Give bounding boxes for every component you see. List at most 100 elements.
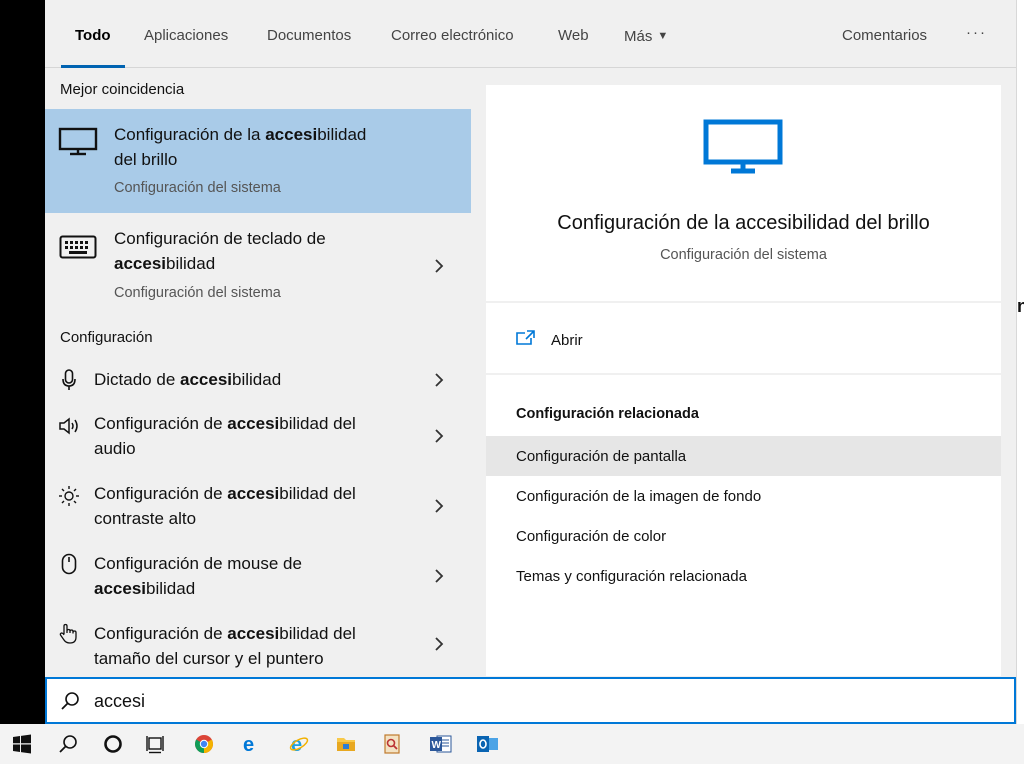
search-icon: [61, 692, 79, 710]
result-subtitle: Configuración del sistema: [114, 285, 281, 301]
title-text: Configuración de: [94, 484, 228, 503]
title-match: accesi: [180, 370, 232, 389]
cortana-button[interactable]: [93, 724, 133, 764]
title-text: Dictado de: [94, 370, 180, 389]
search-input[interactable]: [94, 690, 974, 712]
cortana-icon: [104, 735, 122, 753]
internet-explorer-taskbar-button[interactable]: e: [279, 724, 319, 764]
tab-web[interactable]: Web: [558, 27, 589, 45]
settings-result-cursor[interactable]: Configuración de accesibilidad del tamañ…: [45, 613, 471, 676]
related-settings-header: Configuración relacionada: [516, 406, 699, 422]
result-title: Configuración de la accesibilidad: [114, 122, 366, 147]
keyboard-accessibility-result[interactable]: Configuración de teclado de accesibilida…: [45, 213, 471, 317]
chevron-right-icon[interactable]: [433, 427, 445, 445]
result-title: Configuración de mouse de: [94, 554, 302, 573]
outlook-taskbar-button[interactable]: [467, 724, 507, 764]
title-text: bilidad: [232, 370, 282, 389]
chevron-right-icon[interactable]: [433, 497, 445, 515]
start-button[interactable]: [2, 724, 42, 764]
title-text: bilidad: [166, 254, 216, 273]
tab-label: Aplicaciones: [144, 27, 229, 44]
result-title: Configuración de accesibilidad del: [94, 621, 356, 646]
chrome-taskbar-button[interactable]: [184, 724, 224, 764]
results-list: Mejor coincidencia Configuración de la a…: [45, 69, 471, 676]
outlook-icon: [477, 736, 498, 752]
result-title: Dictado de accesibilidad: [94, 367, 281, 392]
task-view-icon: [146, 736, 164, 754]
chevron-right-icon[interactable]: [433, 567, 445, 585]
search-box[interactable]: [45, 677, 1016, 724]
search-icon: [59, 735, 77, 753]
settings-result-contraste[interactable]: Configuración de accesibilidad del contr…: [45, 473, 471, 543]
title-match: accesi: [94, 579, 146, 598]
title-match: accesi: [227, 414, 280, 433]
detail-subtitle: Configuración del sistema: [660, 247, 827, 263]
settings-result-mouse[interactable]: Configuración de mouse de accesibilidad: [45, 543, 471, 613]
chrome-icon: [195, 735, 213, 753]
title-match: accesi: [227, 624, 280, 643]
speaker-icon: [59, 417, 78, 435]
chevron-right-icon[interactable]: [433, 257, 445, 275]
feedback-label: Comentarios: [842, 27, 928, 44]
background-window: n: [1016, 0, 1024, 724]
microphone-icon: [62, 369, 76, 390]
taskbar-search-button[interactable]: [48, 724, 88, 764]
open-action[interactable]: Abrir: [486, 305, 1001, 375]
tab-mas[interactable]: Más ▼: [624, 27, 668, 46]
result-title: Configuración de teclado de: [114, 229, 326, 248]
search-scope-tabs: Todo Aplicaciones Documentos Correo elec…: [45, 0, 1016, 68]
title-text: bilidad del: [279, 624, 356, 643]
result-subtitle: Configuración del sistema: [114, 180, 281, 196]
detail-header: Configuración de la accesibilidad del br…: [486, 85, 1001, 303]
settings-result-audio[interactable]: Configuración de accesibilidad del audio: [45, 403, 471, 473]
tab-correo-electronico[interactable]: Correo electrónico: [391, 27, 514, 45]
chevron-right-icon[interactable]: [433, 371, 445, 389]
file-explorer-icon: [337, 738, 355, 751]
related-link-imagen-fondo[interactable]: Configuración de la imagen de fondo: [486, 476, 1001, 516]
related-link-pantalla[interactable]: Configuración de pantalla: [486, 436, 1001, 476]
title-text: bilidad del: [279, 484, 356, 503]
tab-label: Documentos: [267, 27, 352, 44]
photos-taskbar-button[interactable]: [372, 724, 412, 764]
title-text: Configuración de la: [114, 125, 266, 144]
related-link-temas[interactable]: Temas y configuración relacionada: [486, 556, 1001, 596]
tab-label: Más: [624, 28, 653, 45]
related-link-label: Configuración de color: [516, 528, 667, 545]
internet-explorer-icon: e: [289, 734, 309, 754]
active-tab-indicator: [61, 65, 125, 68]
title-text: bilidad del: [279, 414, 356, 433]
keyboard-icon: [59, 235, 97, 259]
task-view-button[interactable]: [135, 724, 175, 764]
result-title: Configuración de accesibilidad del: [94, 411, 356, 436]
brightness-icon: [59, 486, 79, 506]
more-options-button[interactable]: ···: [966, 24, 987, 41]
edge-taskbar-button[interactable]: e: [232, 724, 272, 764]
related-link-label: Configuración de pantalla: [516, 448, 687, 465]
word-taskbar-button[interactable]: W: [420, 724, 460, 764]
title-text: Configuración de: [94, 624, 228, 643]
result-title-line2: tamaño del cursor y el puntero: [94, 649, 324, 668]
result-title-line2: del brillo: [114, 150, 178, 169]
chevron-right-icon[interactable]: [433, 635, 445, 653]
settings-result-dictado[interactable]: Dictado de accesibilidad: [45, 357, 471, 403]
tab-label: Todo: [75, 27, 111, 44]
detail-title: Configuración de la accesibilidad del br…: [557, 212, 930, 234]
hand-pointer-icon: [59, 623, 77, 644]
open-label: Abrir: [551, 332, 583, 349]
detail-pane: Configuración de la accesibilidad del br…: [486, 85, 1001, 676]
related-link-label: Configuración de la imagen de fondo: [516, 488, 762, 505]
tab-todo[interactable]: Todo: [61, 27, 125, 68]
edge-icon: e: [243, 734, 254, 754]
title-text: bilidad: [146, 579, 196, 598]
file-explorer-taskbar-button[interactable]: [326, 724, 366, 764]
related-link-color[interactable]: Configuración de color: [486, 516, 1001, 556]
tab-documentos[interactable]: Documentos: [267, 27, 351, 45]
best-match-header: Mejor coincidencia: [60, 81, 185, 98]
feedback-button[interactable]: Comentarios: [842, 27, 927, 45]
best-match-result[interactable]: Configuración de la accesibilidad del br…: [45, 109, 471, 213]
title-match: accesi: [227, 484, 280, 503]
result-title-line2: contraste alto: [94, 509, 197, 528]
tab-aplicaciones[interactable]: Aplicaciones: [144, 27, 228, 45]
svg-text:W: W: [432, 740, 442, 751]
background-window-text: n: [1017, 296, 1024, 316]
